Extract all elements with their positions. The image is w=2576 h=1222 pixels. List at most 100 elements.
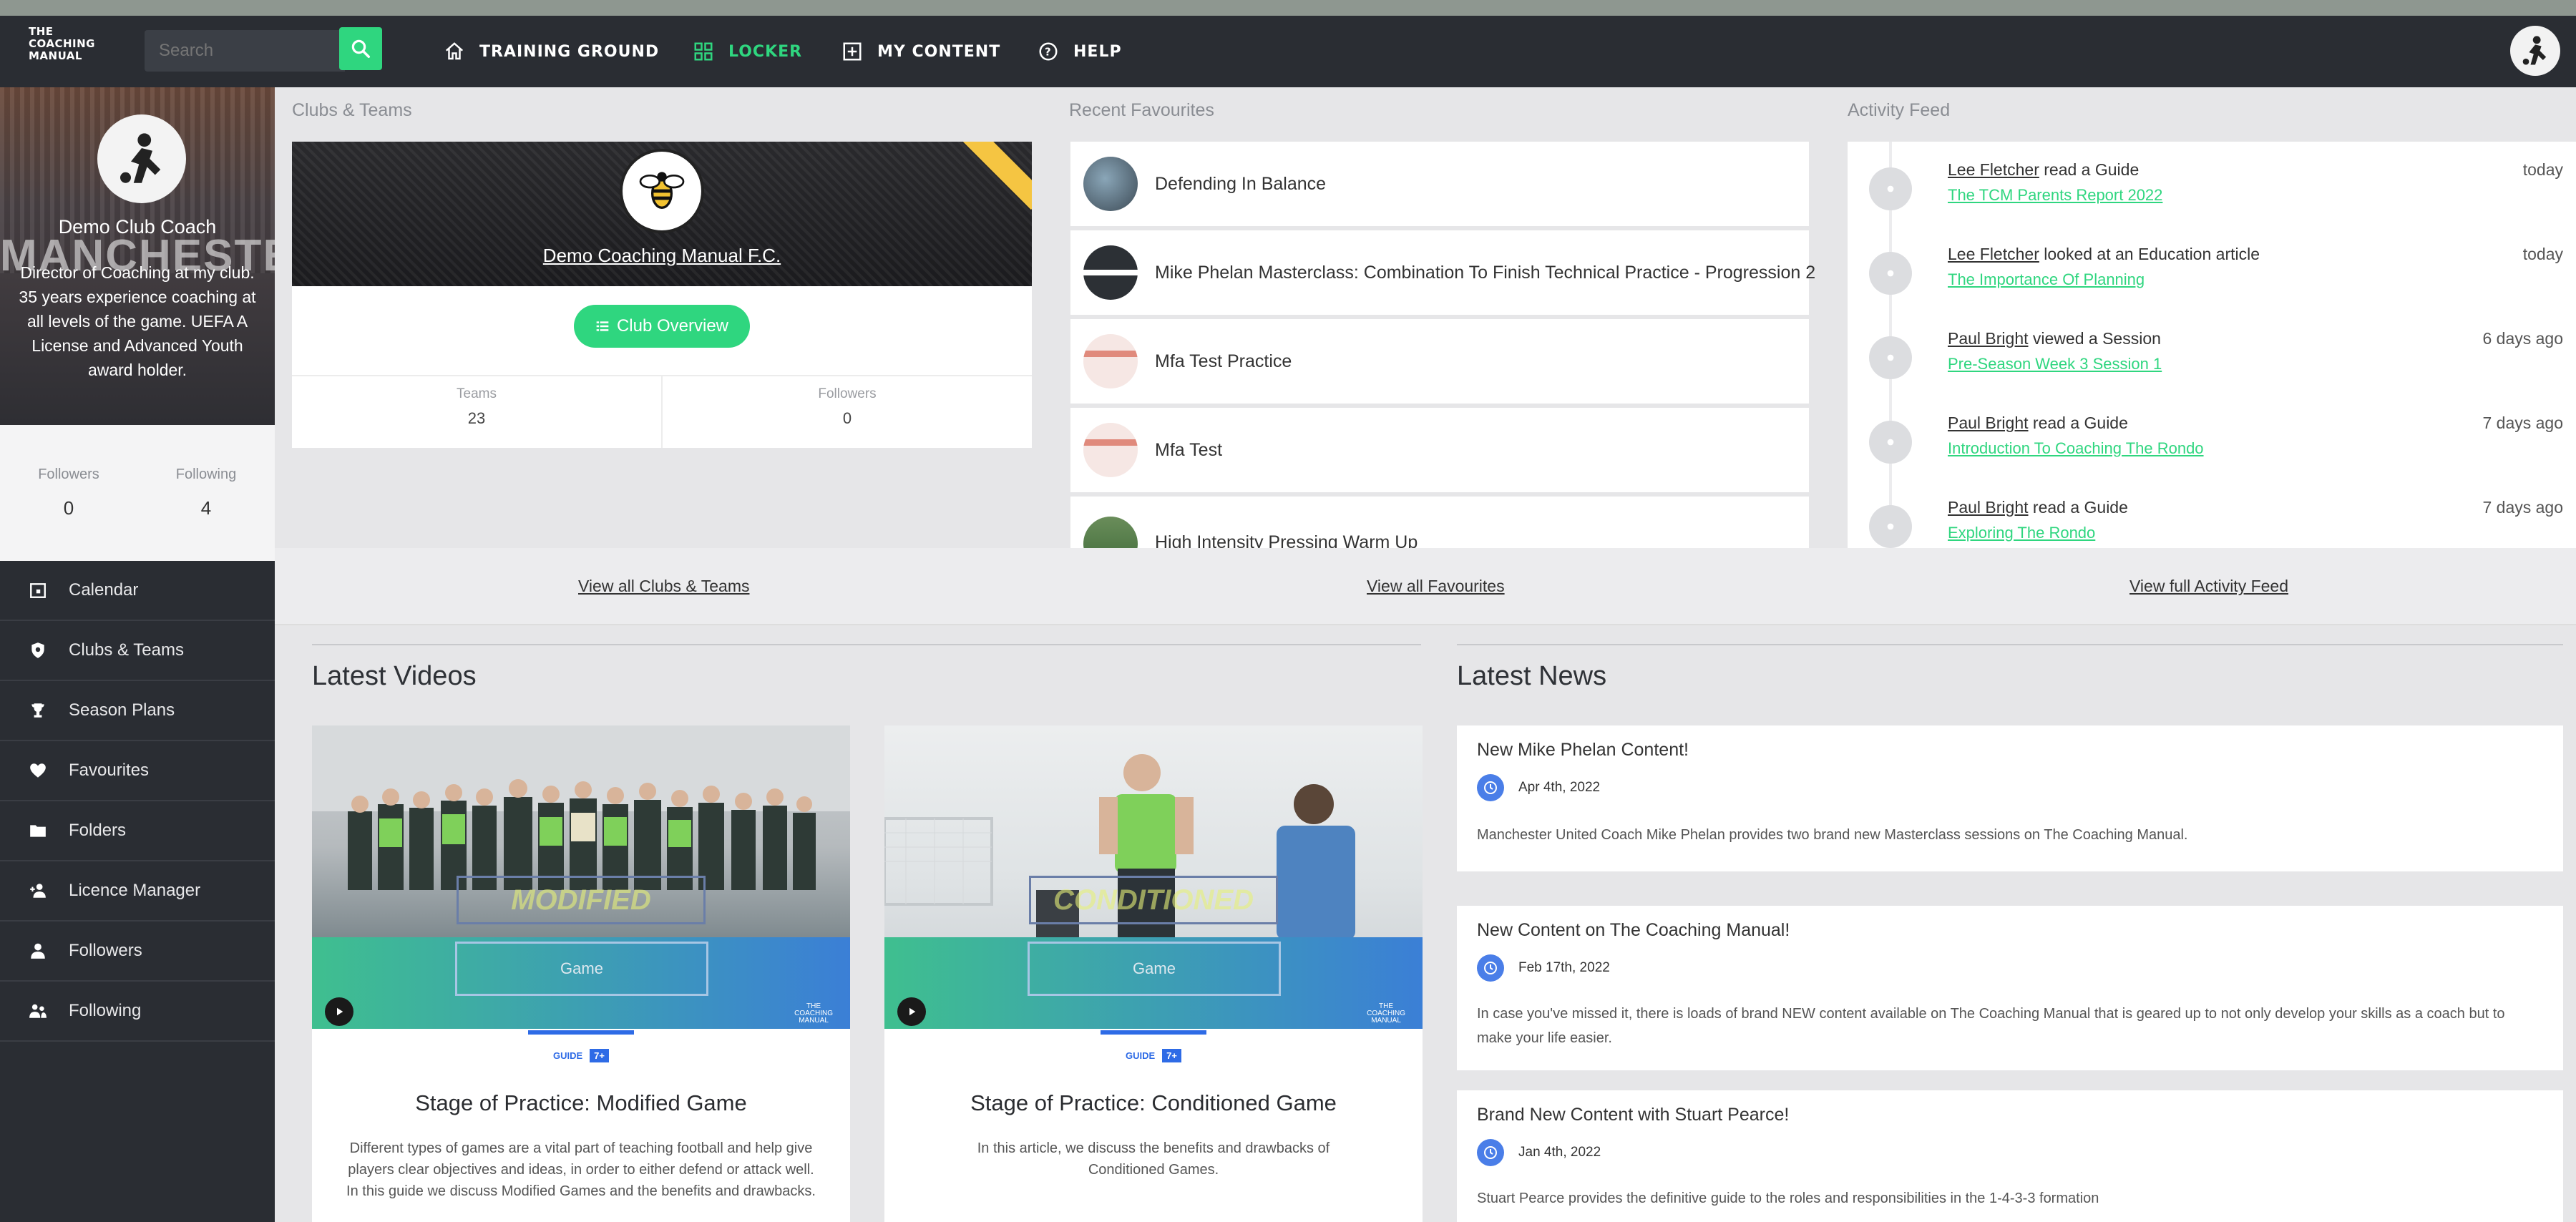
site-logo[interactable]: THE COACHING MANUAL [29,26,114,77]
search-button[interactable] [339,27,382,70]
nav-help[interactable]: ? HELP [1038,37,1122,66]
favourite-item[interactable]: Defending In Balance [1070,142,1809,226]
clubs-teams-heading: Clubs & Teams [292,100,412,120]
news-body: In case you've missed it, there is loads… [1477,1006,2505,1046]
view-full-activity-link[interactable]: View full Activity Feed [2129,577,2288,596]
activity-content-link[interactable]: Pre-Season Week 3 Session 1 [1948,355,2162,373]
news-body: Manchester United Coach Mike Phelan prov… [1477,827,2188,843]
favourite-item[interactable]: Mike Phelan Masterclass: Combination To … [1070,230,1815,315]
club-followers-count: 0 [842,409,852,427]
followers-stat[interactable]: Followers 0 [0,425,137,561]
activity-content-link[interactable]: The TCM Parents Report 2022 [1948,186,2162,205]
activity-user-link[interactable]: Paul Bright [1948,329,2029,348]
sidebar-item-followers[interactable]: Followers [0,922,275,982]
sidebar-item-season-plans[interactable]: Season Plans [0,681,275,741]
club-name-link[interactable]: Demo Coaching Manual F.C. [292,245,1032,267]
video-description: Different types of games are a vital par… [346,1140,816,1199]
nav-training-ground[interactable]: TRAINING GROUND [444,37,659,66]
news-divider [1457,644,2563,645]
activity-user-link[interactable]: Lee Fletcher [1948,245,2039,263]
sidebar-item-licence-manager[interactable]: Licence Manager [0,861,275,922]
user-avatar[interactable] [2510,26,2560,76]
favourite-item[interactable]: Mfa Test Practice [1070,319,1809,404]
clock-icon [1477,774,1504,801]
nav-my-content[interactable]: MY CONTENT [841,37,1000,66]
teams-stat[interactable]: Teams 23 [292,376,661,448]
clock-icon [1477,1139,1504,1166]
activity-action: looked at an Education article [2044,245,2260,263]
grid-icon [694,42,713,61]
favourite-thumbnail [1083,245,1138,300]
club-followers-stat[interactable]: Followers 0 [661,376,1032,448]
activity-content-link[interactable]: Exploring The Rondo [1948,524,2095,542]
video-thumbnail[interactable]: MODIFIED Game THE COACHING MANUAL [312,725,850,1029]
video-overlay-text: MODIFIED [511,884,651,916]
sidebar-item-folders[interactable]: Folders [0,801,275,861]
play-button[interactable] [325,997,353,1026]
video-card[interactable]: MODIFIED Game THE COACHING MANUAL GUIDE 7+ … [312,725,850,1222]
activity-user-link[interactable]: Lee Fletcher [1948,160,2039,179]
activity-item: Paul Bright read a Guide Introduction To… [1869,404,2563,488]
recent-favourites-heading: Recent Favourites [1069,100,1214,120]
activity-dot [1869,167,1912,210]
following-stat[interactable]: Following 4 [137,425,275,561]
news-item[interactable]: New Mike Phelan Content! Apr 4th, 2022 M… [1457,725,2563,871]
following-label: Following [175,466,237,482]
guide-badge: GUIDE 7+ [884,1049,1423,1062]
profile-avatar[interactable] [97,114,186,203]
activity-dot [1869,505,1912,548]
favourite-item[interactable]: Mfa Test [1070,408,1809,492]
users-icon [29,1004,47,1018]
sidebar-item-label: Season Plans [69,700,175,720]
video-card[interactable]: CONDITIONED Game THE COACHING MANUAL GUIDE… [884,725,1423,1222]
activity-user-link[interactable]: Paul Bright [1948,498,2029,517]
home-icon [445,42,464,60]
eye-icon [1887,270,1894,277]
sidebar-item-following[interactable]: Following [0,982,275,1042]
profile-name: Demo Club Coach [58,216,217,238]
video-thumbnail[interactable]: CONDITIONED Game THE COACHING MANUAL [884,725,1423,1029]
video-title[interactable]: Stage of Practice: Conditioned Game [884,1090,1423,1116]
sidebar-item-favourites[interactable]: Favourites [0,741,275,801]
video-type-label: Game [1028,942,1281,996]
videos-divider [312,644,1421,645]
eye-icon [1887,439,1894,446]
club-overview-button[interactable]: Club Overview [574,305,750,348]
activity-text: Paul Bright viewed a Session [1948,329,2161,348]
activity-content-link[interactable]: Introduction To Coaching The Rondo [1948,439,2204,458]
view-all-favourites-link[interactable]: View all Favourites [1367,577,1505,596]
search-input[interactable] [145,30,345,72]
shield-icon [31,642,44,658]
top-nav-bar: THE COACHING MANUAL TRAINING GROUND LOCK… [0,16,2576,87]
view-all-clubs-link[interactable]: View all Clubs & Teams [578,577,749,596]
activity-item: Lee Fletcher looked at an Education arti… [1869,235,2563,319]
followers-count: 0 [63,497,74,519]
activity-content-link[interactable]: The Importance Of Planning [1948,270,2145,289]
video-type-label: Game [455,942,708,996]
video-title[interactable]: Stage of Practice: Modified Game [312,1090,850,1116]
video-tab-indicator [528,1030,634,1035]
eye-icon [1887,523,1894,530]
activity-time: 7 days ago [2482,414,2563,432]
video-tab-indicator [1101,1030,1206,1035]
app-window: THE COACHING MANUAL TRAINING GROUND LOCK… [0,16,2576,1222]
sidebar-item-calendar[interactable]: Calendar [0,561,275,621]
latest-videos-heading: Latest Videos [312,661,477,691]
sidebar-item-label: Following [69,1001,142,1020]
nav-locker[interactable]: LOCKER [693,37,802,66]
eye-icon [1887,354,1894,361]
news-item[interactable]: New Content on The Coaching Manual! Feb … [1457,906,2563,1070]
news-title[interactable]: New Mike Phelan Content! [1477,740,1689,761]
sidebar-item-clubs-teams[interactable]: Clubs & Teams [0,621,275,681]
play-button[interactable] [897,997,926,1026]
news-item[interactable]: Brand New Content with Stuart Pearce! Ja… [1457,1090,2563,1222]
news-title[interactable]: Brand New Content with Stuart Pearce! [1477,1105,1789,1125]
left-sidebar: MANCHESTER Demo Club Coach Director of C… [0,87,275,1222]
favourite-thumbnail [1083,423,1138,477]
news-title[interactable]: New Content on The Coaching Manual! [1477,920,1790,941]
nav-label: TRAINING GROUND [479,42,660,61]
activity-action: viewed a Session [2032,329,2161,348]
activity-user-link[interactable]: Paul Bright [1948,414,2029,432]
club-crest[interactable] [620,149,704,233]
favourite-title: Mfa Test Practice [1155,351,1292,371]
